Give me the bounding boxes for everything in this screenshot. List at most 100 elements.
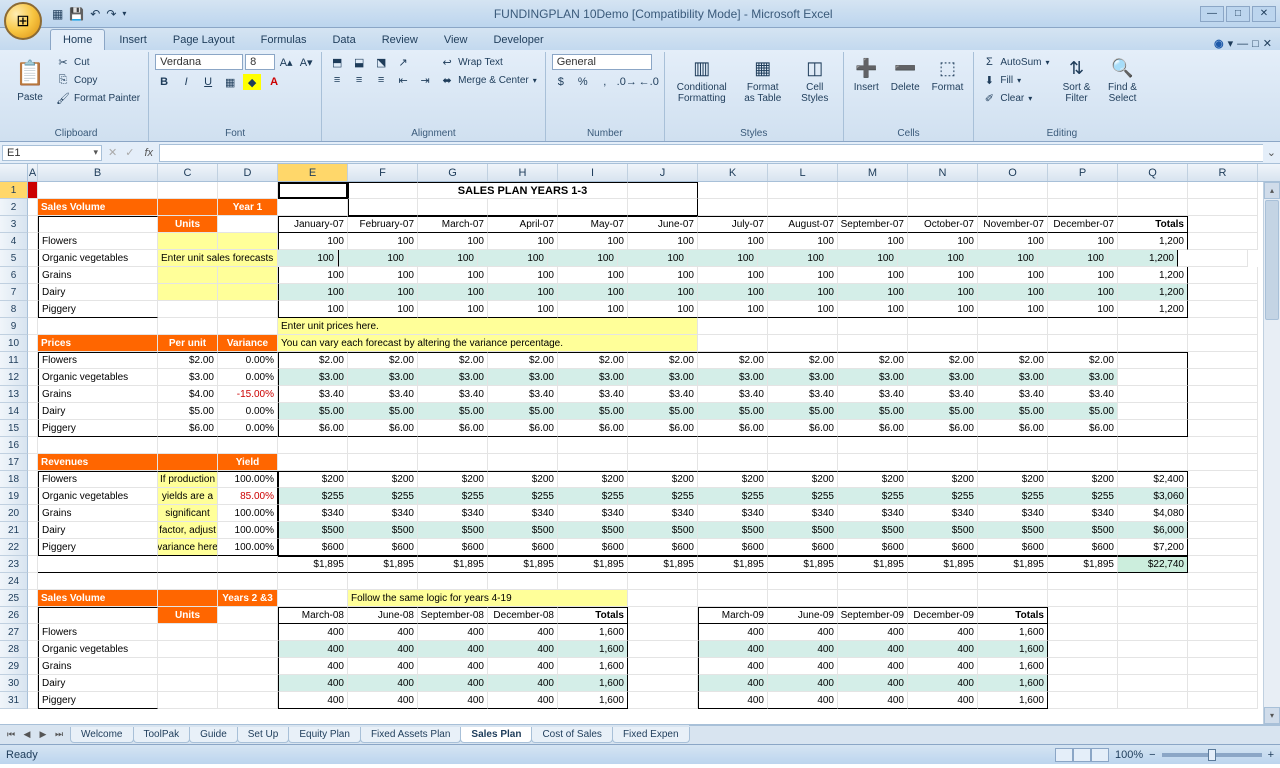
cell[interactable]: $255 — [698, 488, 768, 505]
cell[interactable]: 100 — [558, 284, 628, 301]
cell[interactable]: 100 — [908, 267, 978, 284]
doc-min-icon[interactable]: ― — [1237, 38, 1248, 50]
cell[interactable]: December-08 — [488, 607, 558, 624]
cell[interactable]: $600 — [768, 539, 838, 556]
cell[interactable]: 100 — [278, 301, 348, 318]
month-header[interactable]: January-07 — [278, 216, 348, 233]
cell[interactable]: Totals — [978, 607, 1048, 624]
cell[interactable] — [218, 318, 278, 335]
cell[interactable]: $3.40 — [768, 386, 838, 403]
row-header[interactable]: 24 — [0, 573, 28, 590]
cell[interactable]: $2.00 — [768, 352, 838, 369]
cell[interactable]: 100.00% — [218, 539, 278, 556]
cell[interactable]: 100 — [978, 233, 1048, 250]
indent-inc-icon[interactable]: ⇥ — [416, 72, 434, 88]
cell[interactable] — [1188, 301, 1258, 318]
product-name[interactable]: Organic vegetables — [38, 250, 158, 267]
cell[interactable] — [218, 437, 278, 454]
month-header[interactable]: July-07 — [698, 216, 768, 233]
product-name[interactable]: Dairy — [38, 522, 158, 539]
cell[interactable]: 100 — [408, 250, 478, 267]
cell[interactable]: $340 — [838, 505, 908, 522]
year1-label[interactable]: Year 1 — [218, 199, 278, 216]
cell[interactable]: $5.00 — [838, 403, 908, 420]
cell[interactable]: $2.00 — [158, 352, 218, 369]
cell[interactable] — [1188, 590, 1258, 607]
cell[interactable] — [768, 573, 838, 590]
cell[interactable] — [978, 182, 1048, 199]
orientation-icon[interactable]: ↗ — [394, 54, 412, 70]
cell[interactable] — [158, 454, 218, 471]
sheet-tab[interactable]: Welcome — [70, 727, 134, 743]
vertical-scrollbar[interactable]: ▴ ▾ — [1263, 182, 1280, 724]
cell[interactable]: $255 — [418, 488, 488, 505]
cell[interactable] — [1118, 624, 1188, 641]
zoom-slider[interactable] — [1162, 753, 1262, 757]
cell[interactable] — [1118, 590, 1188, 607]
cell[interactable]: 400 — [908, 675, 978, 692]
cell[interactable] — [28, 607, 38, 624]
cell[interactable] — [158, 658, 218, 675]
row-header[interactable]: 3 — [0, 216, 28, 233]
cond-format-button[interactable]: ▥Conditional Formatting — [671, 54, 733, 106]
cell[interactable]: 100 — [558, 267, 628, 284]
italic-button[interactable]: I — [177, 74, 195, 90]
align-left-icon[interactable]: ≡ — [328, 72, 346, 88]
cell[interactable] — [28, 335, 38, 352]
cell[interactable] — [38, 318, 158, 335]
cell[interactable] — [218, 607, 278, 624]
cell[interactable]: $200 — [698, 471, 768, 488]
cell[interactable] — [38, 216, 158, 233]
cell[interactable] — [38, 607, 158, 624]
cell[interactable]: $5.00 — [558, 403, 628, 420]
row-header[interactable]: 12 — [0, 369, 28, 386]
cell[interactable]: $1,895 — [978, 556, 1048, 573]
cell[interactable]: 100 — [488, 267, 558, 284]
product-name[interactable]: Organic vegetables — [38, 488, 158, 505]
cell[interactable] — [838, 437, 908, 454]
cell[interactable] — [28, 403, 38, 420]
align-center-icon[interactable]: ≡ — [350, 72, 368, 88]
cell[interactable]: $5.00 — [1048, 403, 1118, 420]
cell[interactable]: 100 — [338, 250, 408, 267]
section-salesvol2[interactable]: Sales Volume — [38, 590, 158, 607]
cell[interactable]: $500 — [768, 522, 838, 539]
cell[interactable]: $255 — [278, 488, 348, 505]
cell[interactable] — [1188, 539, 1258, 556]
cell[interactable]: $600 — [698, 539, 768, 556]
cell[interactable] — [488, 199, 558, 216]
cell[interactable]: $3.40 — [978, 386, 1048, 403]
col-header-L[interactable]: L — [768, 164, 838, 181]
month-header[interactable]: October-07 — [908, 216, 978, 233]
cell[interactable]: $3.00 — [768, 369, 838, 386]
grow-font-icon[interactable]: A▴ — [277, 54, 295, 70]
cell[interactable] — [28, 556, 38, 573]
cell[interactable]: 100 — [348, 301, 418, 318]
cell[interactable]: $5.00 — [978, 403, 1048, 420]
cell[interactable] — [628, 437, 698, 454]
cell[interactable] — [698, 318, 768, 335]
cell[interactable]: 400 — [838, 641, 908, 658]
cell[interactable] — [218, 216, 278, 233]
cell[interactable]: March-08 — [278, 607, 348, 624]
cell[interactable] — [1118, 641, 1188, 658]
cell[interactable]: -15.00% — [218, 386, 278, 403]
row-header[interactable]: 2 — [0, 199, 28, 216]
cell[interactable]: $200 — [488, 471, 558, 488]
cell[interactable] — [1188, 352, 1258, 369]
cell[interactable]: 85.00% — [218, 488, 278, 505]
cell[interactable] — [218, 233, 278, 250]
cell[interactable] — [698, 437, 768, 454]
cell[interactable]: 100.00% — [218, 505, 278, 522]
cell[interactable] — [1188, 420, 1258, 437]
cell[interactable]: $200 — [1048, 471, 1118, 488]
cell[interactable]: $6.00 — [1048, 420, 1118, 437]
cell[interactable] — [28, 658, 38, 675]
col-header-B[interactable]: B — [38, 164, 158, 181]
cell[interactable]: 100 — [698, 301, 768, 318]
cell[interactable]: $500 — [838, 522, 908, 539]
cell[interactable]: December-09 — [908, 607, 978, 624]
cell[interactable]: 100 — [978, 267, 1048, 284]
cell[interactable] — [838, 318, 908, 335]
cell[interactable]: September-08 — [418, 607, 488, 624]
